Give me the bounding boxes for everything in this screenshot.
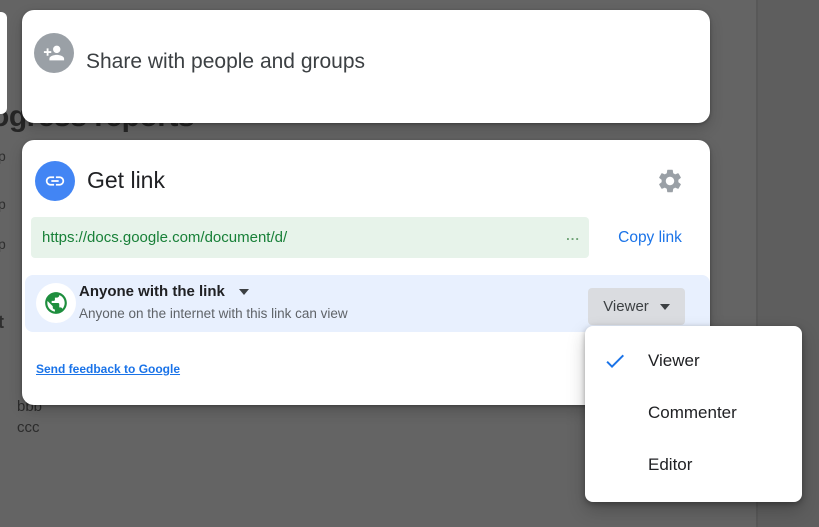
- document-link-value: https://docs.google.com/document/d/: [42, 217, 287, 258]
- background-text-fragment: p: [0, 148, 6, 164]
- link-settings-button[interactable]: [653, 164, 687, 198]
- person-add-icon: [34, 33, 74, 73]
- role-menu-item-viewer[interactable]: Viewer: [585, 335, 802, 387]
- get-link-title: Get link: [87, 167, 165, 194]
- link-overflow-ellipsis: ...: [566, 217, 580, 255]
- share-dialog-title: Share with people and groups: [86, 50, 365, 74]
- access-texts: Anyone with the link Anyone on the inter…: [79, 283, 348, 321]
- screen: ogress reports p p p t bbb ccc Share wit…: [0, 0, 819, 527]
- background-list-item: ccc: [17, 419, 40, 436]
- link-access-row[interactable]: Anyone with the link Anyone on the inter…: [25, 275, 710, 332]
- access-scope-description: Anyone on the internet with this link ca…: [79, 306, 348, 321]
- send-feedback-link[interactable]: Send feedback to Google: [36, 362, 180, 376]
- share-people-dialog: Share with people and groups: [22, 10, 710, 123]
- role-dropdown-button[interactable]: Viewer: [588, 288, 685, 325]
- background-panel-edge: [0, 12, 7, 114]
- copy-link-button[interactable]: Copy link: [594, 217, 706, 258]
- chevron-down-icon: [239, 289, 249, 295]
- check-icon: [603, 349, 627, 373]
- access-scope-label: Anyone with the link: [79, 283, 225, 300]
- role-menu-item-editor[interactable]: Editor: [585, 439, 802, 491]
- link-icon: [35, 161, 75, 201]
- access-scope-dropdown[interactable]: Anyone with the link: [79, 283, 348, 300]
- role-menu-item-commenter[interactable]: Commenter: [585, 387, 802, 439]
- role-menu-item-label: Viewer: [648, 351, 700, 371]
- chevron-down-icon: [660, 304, 670, 310]
- background-text-fragment: p: [0, 236, 6, 252]
- gear-icon: [656, 167, 684, 195]
- role-button-label: Viewer: [603, 298, 649, 315]
- globe-icon: [36, 283, 76, 323]
- role-menu-item-label: Editor: [648, 455, 692, 475]
- background-text-fragment: t: [0, 312, 4, 333]
- role-menu-item-label: Commenter: [648, 403, 737, 423]
- role-menu: Viewer Commenter Editor: [585, 326, 802, 502]
- document-link-field[interactable]: https://docs.google.com/document/d/ ...: [31, 217, 589, 258]
- background-text-fragment: p: [0, 196, 6, 212]
